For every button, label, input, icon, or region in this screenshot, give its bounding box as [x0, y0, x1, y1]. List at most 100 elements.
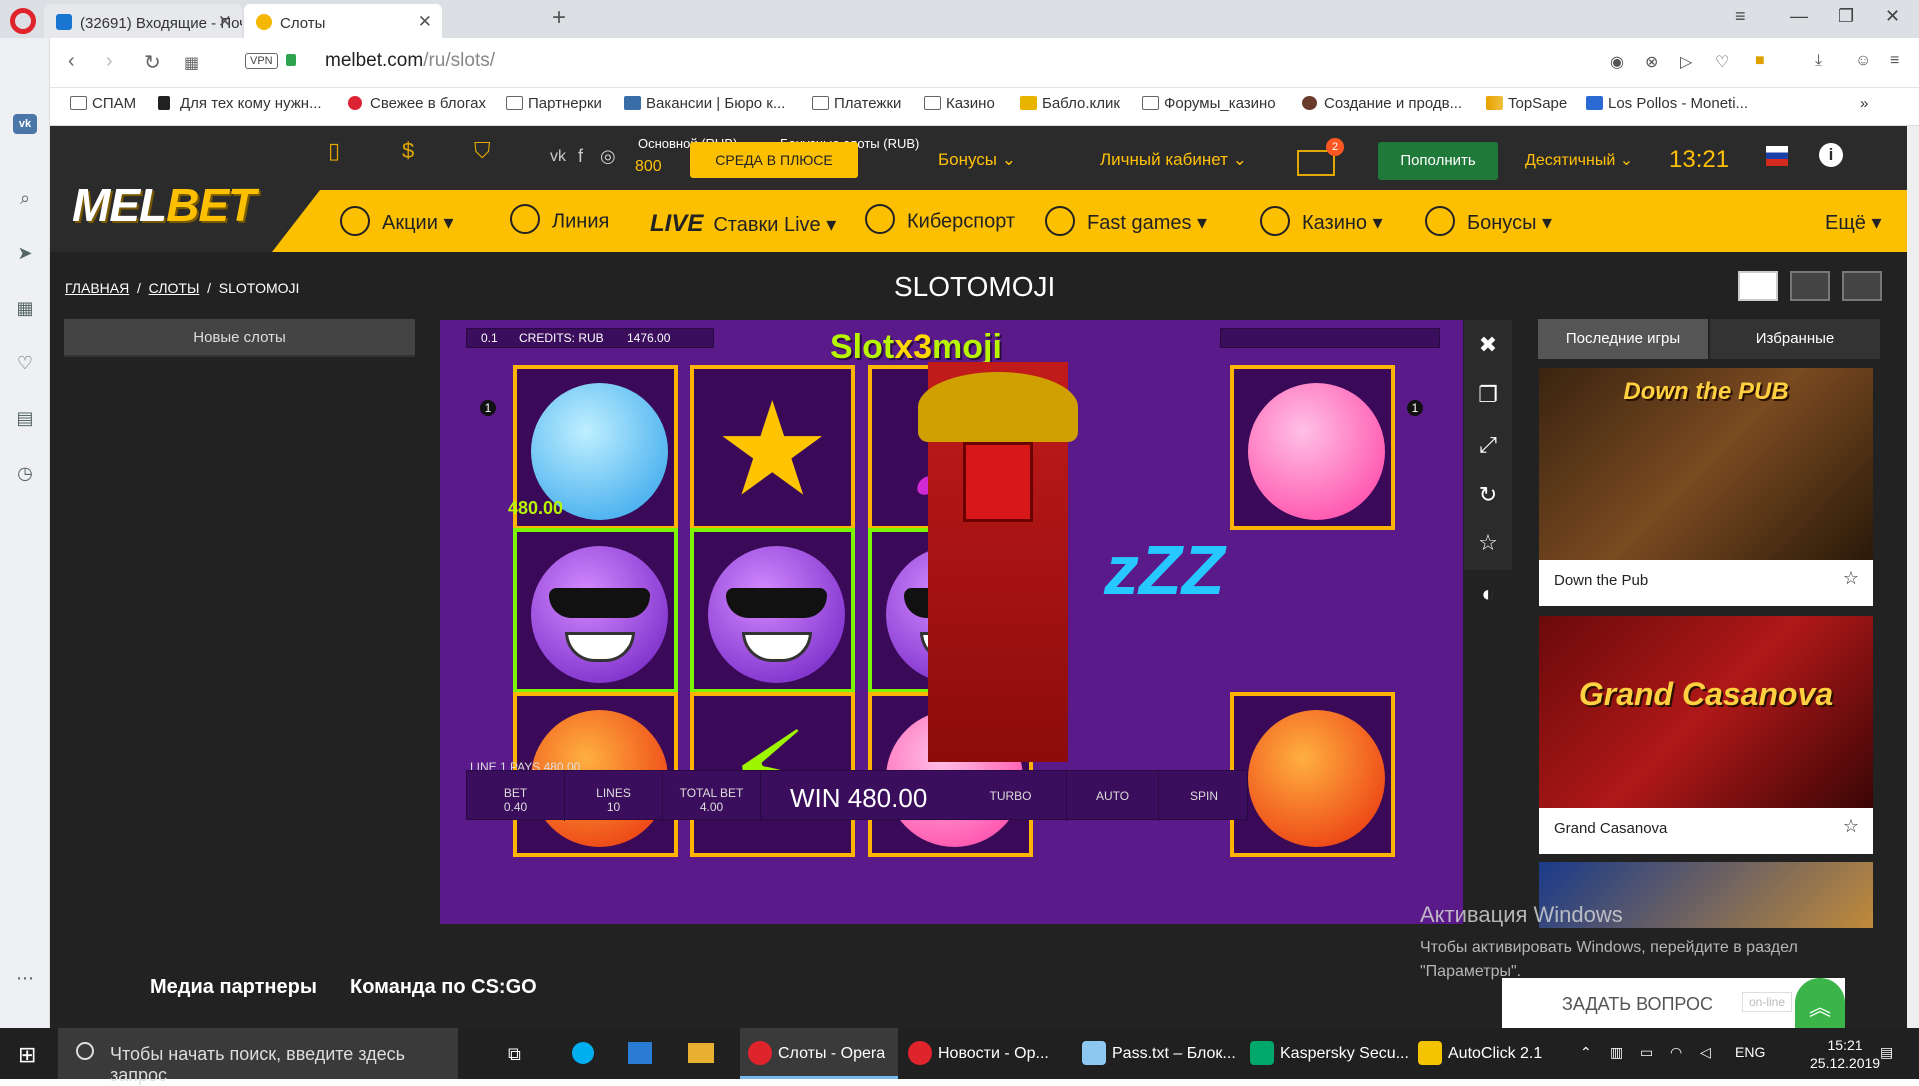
battery-icon[interactable]: ▭ [1640, 1044, 1653, 1061]
minimize-icon[interactable]: — [1790, 6, 1808, 27]
facebook-icon[interactable]: f [578, 146, 583, 167]
lines-control[interactable]: LINES 10 [565, 771, 663, 821]
cabinet-dropdown[interactable]: Личный кабинет ⌄ [1100, 150, 1247, 170]
turbo-button[interactable]: TURBO [955, 771, 1067, 821]
game-card[interactable]: Down the PUB Down the Pub ☆ [1539, 368, 1873, 606]
menu-fast-games[interactable]: Fast games ▾ [1045, 205, 1207, 236]
window-close-icon[interactable]: ✕ [1885, 6, 1900, 27]
download-icon[interactable]: ⤓ [1815, 52, 1822, 70]
ask-question-widget[interactable]: ЗАДАТЬ ВОПРОС on-line ︽ [1502, 978, 1845, 1028]
profile-icon[interactable]: ☺ [1855, 52, 1871, 70]
menu-line[interactable]: Линия [510, 204, 609, 234]
settings-icon[interactable]: ≡ [1890, 52, 1899, 70]
wifi-icon[interactable]: ◠ [1670, 1044, 1682, 1061]
star-icon[interactable]: ☆ [1843, 568, 1859, 589]
app-icon[interactable] [628, 1042, 652, 1064]
bookmark[interactable]: TopSape [1484, 95, 1567, 112]
taskbar-clock[interactable]: 15:21 25.12.2019 [1810, 1036, 1880, 1072]
deposit-button[interactable]: Пополнить [1378, 142, 1498, 180]
view-double-button[interactable] [1790, 271, 1830, 301]
adblock-icon[interactable]: ⊗ [1645, 52, 1658, 72]
bookmark[interactable]: Платежки [810, 95, 901, 112]
network-icon[interactable]: ▥ [1610, 1044, 1623, 1061]
notifications-icon[interactable]: ▤ [1880, 1044, 1893, 1061]
new-tab-button[interactable]: + [552, 4, 566, 32]
menu-promotions[interactable]: Акции ▾ [340, 205, 454, 236]
opera-menu-icon[interactable] [10, 8, 36, 34]
bookmark[interactable]: Los Pollos - Moneti... [1584, 95, 1748, 112]
speed-dial-icon[interactable]: ▦ [13, 298, 37, 319]
taskbar-autoclick[interactable]: AutoClick 2.1 [1410, 1028, 1570, 1079]
heart-icon[interactable]: ♡ [1715, 52, 1729, 72]
mobile-app-icon[interactable]: ▯ [328, 138, 340, 164]
windows-start-icon[interactable]: ⊞ [18, 1042, 36, 1068]
tab-recent-games[interactable]: Последние игры [1538, 319, 1708, 359]
task-view-icon[interactable]: ⧉ [508, 1044, 521, 1065]
search-icon[interactable]: ⌕ [13, 188, 37, 209]
taskbar-search[interactable]: Чтобы начать поиск, введите здесь запрос [58, 1028, 458, 1085]
taskbar-opera-slots[interactable]: Слоты - Opera [740, 1028, 898, 1079]
bookmark[interactable]: Вакансии | Бюро к... [622, 95, 785, 112]
close-icon[interactable]: ✕ [418, 12, 432, 32]
promo-button[interactable]: СРЕДА В ПЛЮСЕ [690, 142, 858, 178]
reload-icon[interactable]: ↻ [1474, 482, 1502, 510]
tab-favorites[interactable]: Избранные [1710, 319, 1880, 359]
game-thumbnail[interactable]: Grand Casanova [1539, 616, 1873, 808]
taskbar-opera-news[interactable]: Новости - Ор... [900, 1028, 1072, 1079]
chevron-up-icon[interactable]: ⌃ [1580, 1044, 1592, 1061]
russia-flag-icon[interactable] [1766, 146, 1788, 166]
new-slots-header[interactable]: Новые слоты [64, 319, 415, 357]
folder-icon[interactable] [688, 1043, 714, 1063]
close-icon[interactable]: ✕ [218, 12, 232, 32]
forward-icon[interactable]: › [106, 50, 113, 73]
tab-slots[interactable]: Слоты ✕ [244, 4, 442, 38]
extension-icon[interactable]: ■ [1755, 52, 1765, 70]
bookmark[interactable]: СПАМ [68, 95, 136, 112]
bookmarks-more[interactable]: » [1860, 95, 1868, 112]
scrollbar[interactable] [1907, 126, 1919, 1028]
breadcrumb-slots[interactable]: СЛОТЫ [149, 280, 200, 296]
instagram-icon[interactable]: ◎ [600, 146, 616, 167]
menu-live[interactable]: LIVE Ставки Live ▾ [650, 210, 836, 238]
news-icon[interactable]: ▤ [13, 408, 37, 429]
vpn-badge[interactable]: VPN [245, 53, 278, 69]
more-icon[interactable]: ⋯ [13, 968, 37, 989]
shield-icon[interactable]: ⛉ [474, 138, 491, 164]
bonuses-dropdown[interactable]: Бонусы ⌄ [938, 150, 1016, 170]
auto-button[interactable]: AUTO [1067, 771, 1159, 821]
reload-icon[interactable]: ↻ [144, 50, 161, 75]
menu-casino[interactable]: Казино ▾ [1260, 205, 1383, 236]
star-icon[interactable]: ☆ [1843, 816, 1859, 837]
menu-esports[interactable]: Киберспорт [865, 204, 1015, 234]
odds-format-dropdown[interactable]: Десятичный ⌄ [1525, 150, 1633, 170]
taskbar-notepad[interactable]: Pass.txt – Блок... [1074, 1028, 1246, 1079]
info-icon[interactable]: i [1819, 143, 1843, 167]
skype-icon[interactable] [572, 1042, 594, 1064]
menu-more[interactable]: Ещё ▾ [1825, 210, 1882, 235]
send-icon[interactable]: ➤ [13, 243, 37, 264]
dollar-icon[interactable]: $ [402, 138, 414, 164]
bet-control[interactable]: BET 0.40 [467, 771, 565, 821]
bookmark[interactable]: Казино [922, 95, 995, 112]
language-indicator[interactable]: ENG [1735, 1044, 1765, 1060]
back-icon[interactable]: ‹ [68, 50, 75, 73]
bookmark[interactable]: Свежее в блогах [346, 95, 486, 112]
star-icon[interactable]: ☆ [1474, 530, 1502, 558]
slot-game[interactable]: 0.1 CREDITS: RUB 1476.00 Slotx3moji 1 1 … [440, 320, 1463, 924]
tab-menu-icon[interactable]: ≡ [1735, 6, 1746, 27]
chevron-up-icon[interactable]: ︽ [1795, 978, 1845, 1028]
fullscreen-icon[interactable]: ⤢ [1474, 432, 1502, 460]
vk-icon[interactable]: vk [13, 114, 37, 134]
restore-icon[interactable]: ❐ [1838, 6, 1854, 27]
game-thumbnail[interactable]: Down the PUB [1539, 368, 1873, 560]
close-icon[interactable]: ✖ [1474, 332, 1502, 360]
camera-icon[interactable]: ◉ [1610, 52, 1624, 72]
volume-icon[interactable]: ◁ [1700, 1044, 1711, 1061]
view-quad-button[interactable] [1842, 271, 1882, 301]
bookmark[interactable]: Форумы_казино [1140, 95, 1276, 112]
taskbar-kaspersky[interactable]: Kaspersky Secu... [1242, 1028, 1414, 1079]
melbet-logo[interactable]: MELBET [72, 178, 256, 232]
breadcrumb-home[interactable]: ГЛАВНАЯ [65, 280, 129, 296]
bookmark[interactable]: Бабло.клик [1018, 95, 1120, 112]
heart-icon[interactable]: ♡ [13, 353, 37, 374]
